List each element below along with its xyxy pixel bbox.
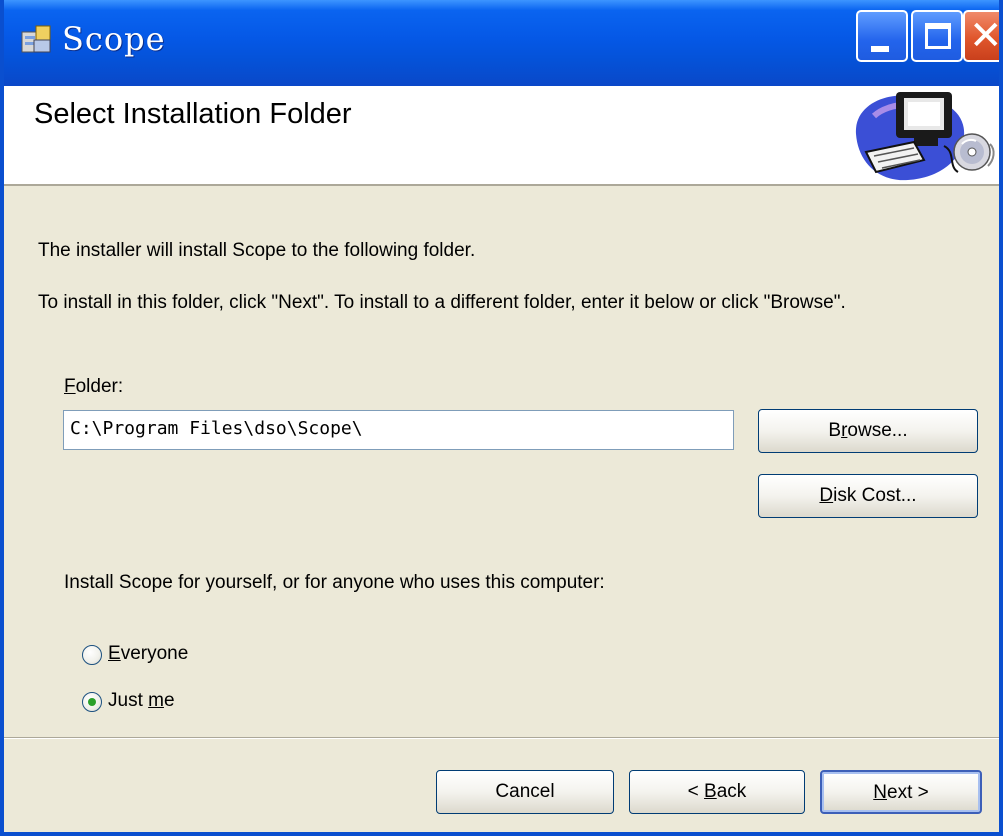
- browse-label-pre: B: [828, 420, 842, 441]
- installer-icon: [21, 25, 51, 53]
- radio-just-me-label[interactable]: Just me: [108, 690, 175, 712]
- disk-cost-button[interactable]: Disk Cost...: [758, 474, 978, 518]
- browse-label-post: owse...: [847, 420, 908, 441]
- back-label-post: ack: [716, 781, 747, 802]
- radio-just-me[interactable]: [82, 692, 102, 712]
- intro-text: The installer will install Scope to the …: [38, 240, 476, 261]
- next-button[interactable]: Next >: [820, 770, 982, 814]
- minimize-button[interactable]: [856, 10, 908, 62]
- disk-cost-label-post: isk Cost...: [833, 485, 917, 506]
- back-label-hotkey: B: [704, 781, 717, 802]
- install-for-text: Install Scope for yourself, or for anyon…: [64, 572, 605, 593]
- maximize-button[interactable]: [911, 10, 963, 62]
- radio-just-me-hotkey: m: [148, 690, 164, 711]
- radio-everyone-rest: veryone: [120, 643, 189, 664]
- disk-cost-label-hotkey: D: [819, 485, 834, 506]
- radio-just-me-pre: Just: [108, 690, 149, 711]
- maximize-icon: [925, 23, 951, 49]
- cancel-button[interactable]: Cancel: [436, 770, 614, 814]
- folder-input[interactable]: C:\Program Files\dso\Scope\: [63, 410, 734, 450]
- radio-just-me-post: e: [163, 690, 175, 711]
- close-button[interactable]: ✕: [963, 10, 1003, 62]
- browse-button[interactable]: Browse...: [758, 409, 978, 453]
- window-title: Scope: [62, 20, 166, 58]
- title-bar[interactable]: Scope ✕: [4, 0, 999, 86]
- folder-label-hotkey: F: [64, 376, 76, 397]
- radio-everyone-hotkey: E: [108, 643, 121, 664]
- radio-everyone-label[interactable]: Everyone: [108, 643, 188, 665]
- header-banner: Select Installation Folder: [4, 86, 999, 186]
- installer-window: Scope ✕ Select Installation Folder The i…: [0, 0, 1003, 836]
- footer-divider: [4, 737, 999, 739]
- minimize-icon: [871, 46, 889, 52]
- close-icon: ✕: [969, 13, 1003, 59]
- instructions-text: To install in this folder, click "Next".…: [38, 292, 846, 313]
- back-label-pre: <: [687, 781, 705, 802]
- next-label-hotkey: N: [873, 782, 887, 803]
- radio-selected-dot: [88, 698, 96, 706]
- radio-everyone[interactable]: [82, 645, 102, 665]
- folder-label: Folder:: [64, 376, 123, 398]
- page-title: Select Installation Folder: [34, 98, 352, 130]
- next-label-post: ext >: [887, 782, 929, 803]
- back-button[interactable]: < Back: [629, 770, 805, 814]
- computer-cd-icon: [855, 92, 995, 181]
- folder-label-rest: older:: [75, 376, 124, 397]
